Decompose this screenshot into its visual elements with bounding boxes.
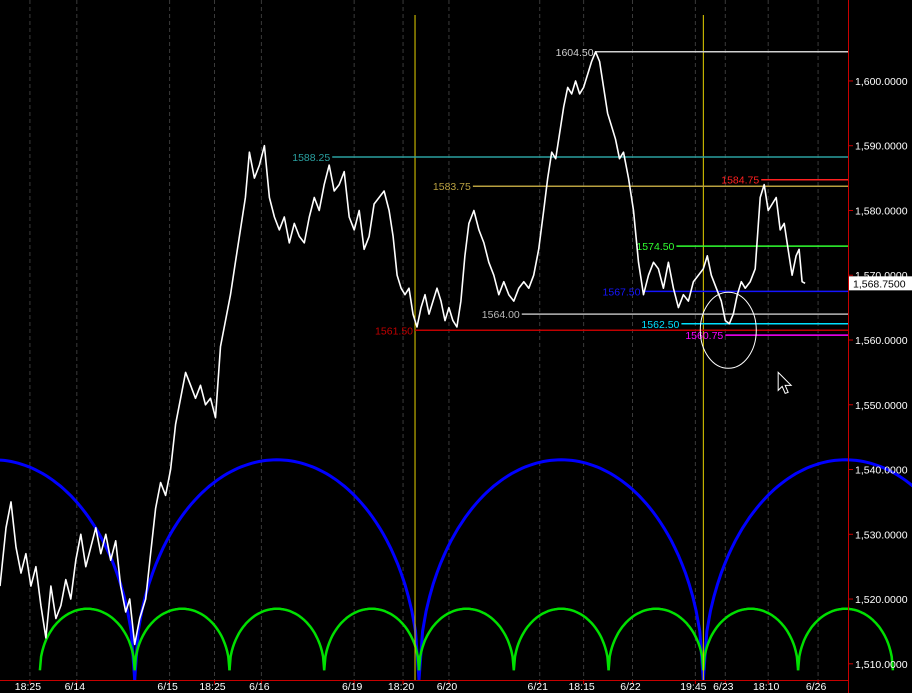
- level-label: 1583.75: [433, 181, 471, 193]
- y-tick-label: 1,580.0000: [855, 205, 908, 217]
- chart-background: [0, 0, 912, 693]
- y-tick-label: 1,570.0000: [855, 270, 908, 282]
- x-tick-label: 18:15: [568, 681, 594, 693]
- x-tick-label: 6/21: [528, 681, 549, 693]
- x-tick-label: 18:10: [753, 681, 779, 693]
- level-label: 1561.50: [375, 325, 413, 337]
- y-tick-label: 1,520.0000: [855, 594, 908, 606]
- price-chart[interactable]: 1604.50 1588.25 1583.75 1584.75 1574.50 1567.…: [0, 0, 912, 693]
- level-label: 1560.75: [685, 330, 723, 342]
- x-tick-label: 6/22: [620, 681, 641, 693]
- level-label: 1562.50: [641, 319, 679, 331]
- level-label: 1604.50: [556, 47, 594, 59]
- x-tick-label: 6/19: [342, 681, 363, 693]
- x-tick-label: 6/20: [437, 681, 458, 693]
- x-tick-label: 18:20: [388, 681, 414, 693]
- y-tick-label: 1,590.0000: [855, 141, 908, 153]
- x-tick-label: 6/26: [806, 681, 827, 693]
- level-label: 1574.50: [636, 241, 674, 253]
- y-tick-label: 1,510.0000: [855, 659, 908, 671]
- y-tick-label: 1,530.0000: [855, 529, 908, 541]
- x-tick-label: 6/23: [713, 681, 734, 693]
- level-label: 1564.00: [482, 309, 520, 321]
- x-tick-label: 18:25: [15, 681, 41, 693]
- y-tick-label: 1,560.0000: [855, 335, 908, 347]
- y-tick-label: 1,540.0000: [855, 465, 908, 477]
- y-tick-label: 1,600.0000: [855, 76, 908, 88]
- x-tick-label: 6/15: [157, 681, 178, 693]
- y-tick-label: 1,550.0000: [855, 400, 908, 412]
- x-tick-label: 19:45: [680, 681, 706, 693]
- level-label: 1584.75: [721, 175, 759, 187]
- x-tick-label: 6/16: [249, 681, 270, 693]
- level-label: 1567.50: [603, 286, 641, 298]
- level-label: 1588.25: [292, 152, 330, 164]
- x-tick-label: 18:25: [199, 681, 225, 693]
- x-tick-label: 6/14: [65, 681, 86, 693]
